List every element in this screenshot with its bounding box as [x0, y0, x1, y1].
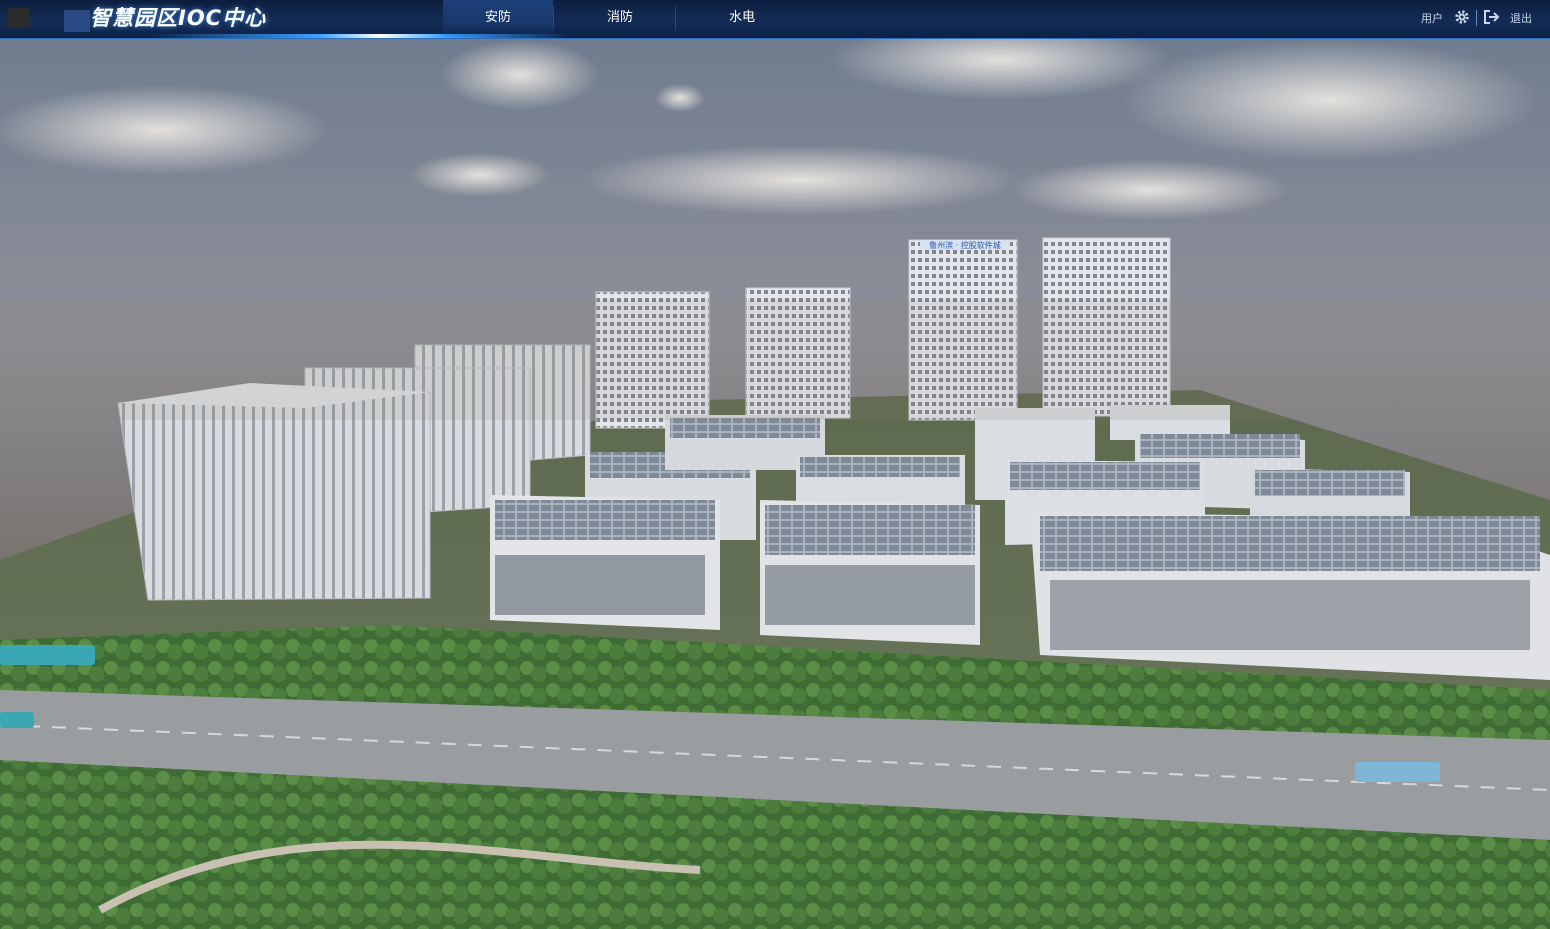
nav-separator [675, 6, 676, 30]
top-bar: 智慧园区IOC中心 安防 消防 水电 用户 退出 [0, 0, 1550, 39]
nav-tab-security[interactable]: 安防 [443, 0, 553, 36]
nav-separator [553, 6, 554, 30]
nav-tab-fire[interactable]: 消防 [565, 0, 675, 36]
logout-icon[interactable] [1483, 9, 1501, 25]
tower-sign: 鲁州滨 · 控股软件城 [929, 240, 1001, 250]
user-label[interactable]: 用户 [1421, 10, 1443, 26]
logo-accent-icon [64, 10, 90, 32]
app-title: 智慧园区IOC中心 [90, 6, 267, 30]
gear-icon[interactable] [1454, 9, 1470, 25]
header-divider [1476, 10, 1477, 26]
logout-button[interactable]: 退出 [1510, 10, 1532, 26]
3d-park-scene[interactable]: 鲁州滨 · 控股软件城 [0, 0, 1550, 929]
logo-icon [8, 8, 30, 28]
nav-tab-utilities[interactable]: 水电 [687, 0, 797, 36]
